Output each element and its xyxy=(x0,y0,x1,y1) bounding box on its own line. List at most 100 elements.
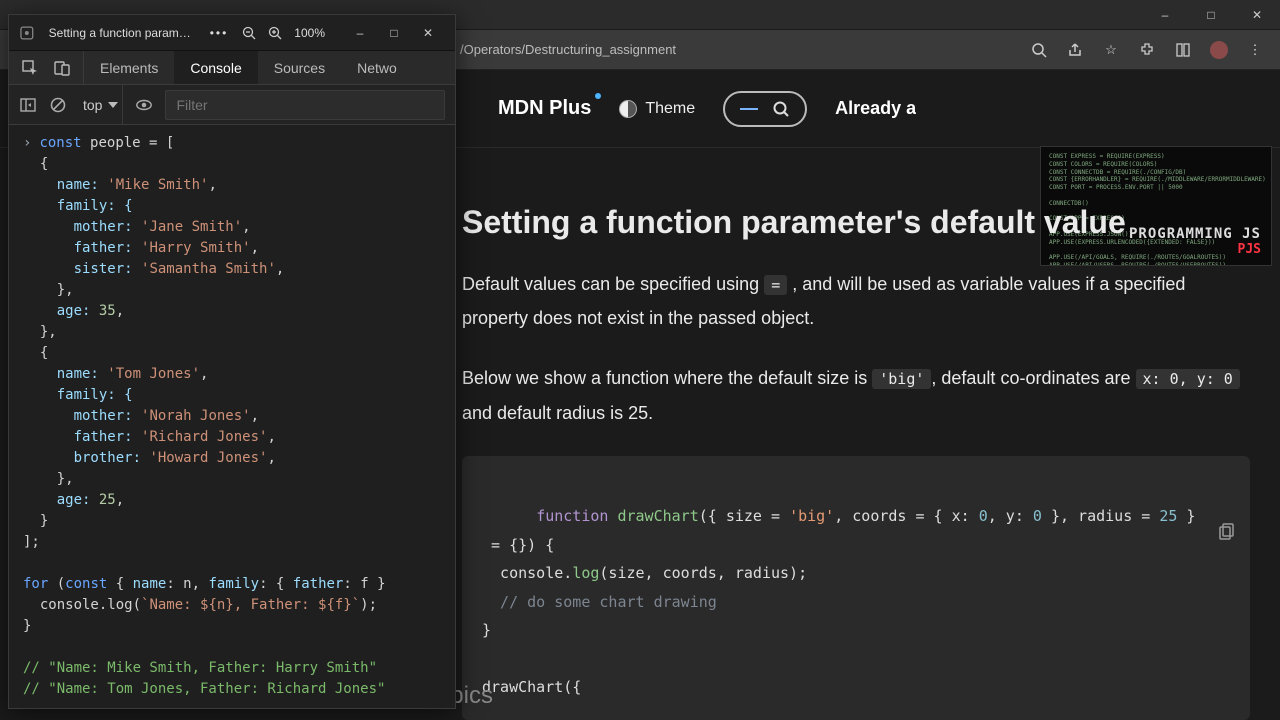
article-paragraph-2: Below we show a function where the defau… xyxy=(462,361,1250,429)
context-label: top xyxy=(83,97,102,113)
console-line: }, xyxy=(23,324,57,340)
para2-text-c: and default radius is 25. xyxy=(462,403,653,423)
devtools-title-bar[interactable]: Setting a function paramet... ••• 100% –… xyxy=(9,15,455,51)
url-path[interactable]: /Operators/Destructuring_assignment xyxy=(460,42,1030,57)
mdn-plus-link[interactable]: MDN Plus xyxy=(498,97,591,120)
console-punct: , xyxy=(116,303,124,319)
code-txt: console. xyxy=(482,564,572,582)
devtools-window: Setting a function paramet... ••• 100% –… xyxy=(8,14,456,709)
console-str: 'Harry Smith' xyxy=(141,240,251,256)
devtools-window-title: Setting a function paramet... xyxy=(49,26,196,40)
kebab-menu-icon[interactable]: ⋮ xyxy=(1246,41,1264,59)
extensions-icon[interactable] xyxy=(1138,41,1156,59)
console-str: 'Tom Jones' xyxy=(107,366,200,382)
star-icon[interactable]: ☆ xyxy=(1102,41,1120,59)
tab-network[interactable]: Netwo xyxy=(341,51,413,84)
code-txt: }, radius = xyxy=(1042,507,1159,525)
search-button[interactable] xyxy=(723,91,807,127)
code-txt: (size, coords, radius); xyxy=(599,564,807,582)
inline-code-equals: = xyxy=(764,275,787,295)
article-paragraph-1: Default values can be specified using = … xyxy=(462,267,1250,335)
devtools-close-button[interactable]: ✕ xyxy=(411,19,445,47)
code-txt: ({ size = xyxy=(699,507,789,525)
code-num: 0 xyxy=(979,507,988,525)
console-line: father: xyxy=(23,429,141,445)
code-kw: function xyxy=(536,507,608,525)
console-sidebar-toggle-icon[interactable] xyxy=(19,96,37,114)
code-txt: , coords = { x: xyxy=(834,507,979,525)
console-str: 'Howard Jones' xyxy=(149,450,267,466)
console-line: name: xyxy=(23,177,107,193)
devtools-maximize-button[interactable]: □ xyxy=(377,19,411,47)
zoom-level[interactable]: 100% xyxy=(294,26,325,40)
zoom-icon[interactable] xyxy=(1030,41,1048,59)
browser-maximize-button[interactable]: □ xyxy=(1188,0,1234,30)
console-punct: , xyxy=(267,450,275,466)
console-line: family: { xyxy=(23,387,133,403)
execution-context-selector[interactable]: top xyxy=(79,85,123,124)
console-str: 'Mike Smith' xyxy=(107,177,208,193)
code-txt: , y: xyxy=(988,507,1033,525)
console-punct: , xyxy=(251,408,259,424)
inline-code-big: 'big' xyxy=(872,369,931,389)
zoom-in-icon[interactable] xyxy=(268,26,282,40)
console-line: ]; xyxy=(23,534,40,550)
console-punct: , xyxy=(242,219,250,235)
share-icon[interactable] xyxy=(1066,41,1084,59)
console-line: }, xyxy=(23,282,74,298)
console-num: 25 xyxy=(99,492,116,508)
console-punct: , xyxy=(276,261,284,277)
code-str: 'big' xyxy=(789,507,834,525)
inspect-element-icon[interactable] xyxy=(21,59,39,77)
mdn-plus-label: MDN Plus xyxy=(498,97,591,119)
code-block: function drawChart({ size = 'big', coord… xyxy=(462,456,1250,720)
console-str: 'Norah Jones' xyxy=(141,408,251,424)
devtools-more-icon[interactable]: ••• xyxy=(210,26,229,40)
para2-text-a: Below we show a function where the defau… xyxy=(462,368,872,388)
console-line: { xyxy=(23,345,48,361)
theme-toggle[interactable]: Theme xyxy=(619,100,695,118)
zoom-out-icon[interactable] xyxy=(242,26,256,40)
console-str: 'Jane Smith' xyxy=(141,219,242,235)
devtools-zoom-controls: 100% xyxy=(242,26,325,40)
para2-text-b: , default co-ordinates are xyxy=(931,368,1135,388)
code-txt: } xyxy=(482,621,491,639)
devtools-minimize-button[interactable]: – xyxy=(343,19,377,47)
console-line: brother: xyxy=(23,450,149,466)
theme-icon xyxy=(619,100,637,118)
para1-text-a: Default values can be specified using xyxy=(462,274,764,294)
article-heading: Setting a function parameter's default v… xyxy=(462,204,1250,241)
tab-console[interactable]: Console xyxy=(174,51,257,84)
code-fn: drawChart xyxy=(617,507,698,525)
console-line: name: xyxy=(23,366,107,382)
console-line: family: { xyxy=(23,198,133,214)
console-punct: , xyxy=(267,429,275,445)
theme-label: Theme xyxy=(645,100,695,118)
code-txt: drawChart({ xyxy=(482,678,581,696)
tab-elements[interactable]: Elements xyxy=(84,51,174,84)
devtools-app-icon xyxy=(19,25,35,41)
live-expression-icon[interactable] xyxy=(135,96,153,114)
console-line: father: xyxy=(23,240,141,256)
console-line: } xyxy=(23,513,48,529)
console-punct: , xyxy=(200,366,208,382)
console-line: sister: xyxy=(23,261,141,277)
devtools-console-toolbar: top xyxy=(9,85,455,125)
browser-minimize-button[interactable]: – xyxy=(1142,0,1188,30)
console-filter-input[interactable] xyxy=(165,90,445,120)
clear-console-icon[interactable] xyxy=(49,96,67,114)
console-num: 35 xyxy=(99,303,116,319)
console-str: 'Samantha Smith' xyxy=(141,261,276,277)
console-output[interactable]: ›const people = [ { name: 'Mike Smith', … xyxy=(9,125,455,708)
browser-close-button[interactable]: ✕ xyxy=(1234,0,1280,30)
code-txt: } xyxy=(1177,507,1195,525)
search-icon xyxy=(772,100,790,118)
already-subscriber-link[interactable]: Already a xyxy=(835,98,916,119)
tab-sources[interactable]: Sources xyxy=(258,51,341,84)
reading-list-icon[interactable] xyxy=(1174,41,1192,59)
code-comment: // do some chart drawing xyxy=(482,593,717,611)
copy-code-button[interactable] xyxy=(1216,466,1238,488)
device-toggle-icon[interactable] xyxy=(53,59,71,77)
code-num: 25 xyxy=(1159,507,1177,525)
avatar-icon[interactable] xyxy=(1210,41,1228,59)
